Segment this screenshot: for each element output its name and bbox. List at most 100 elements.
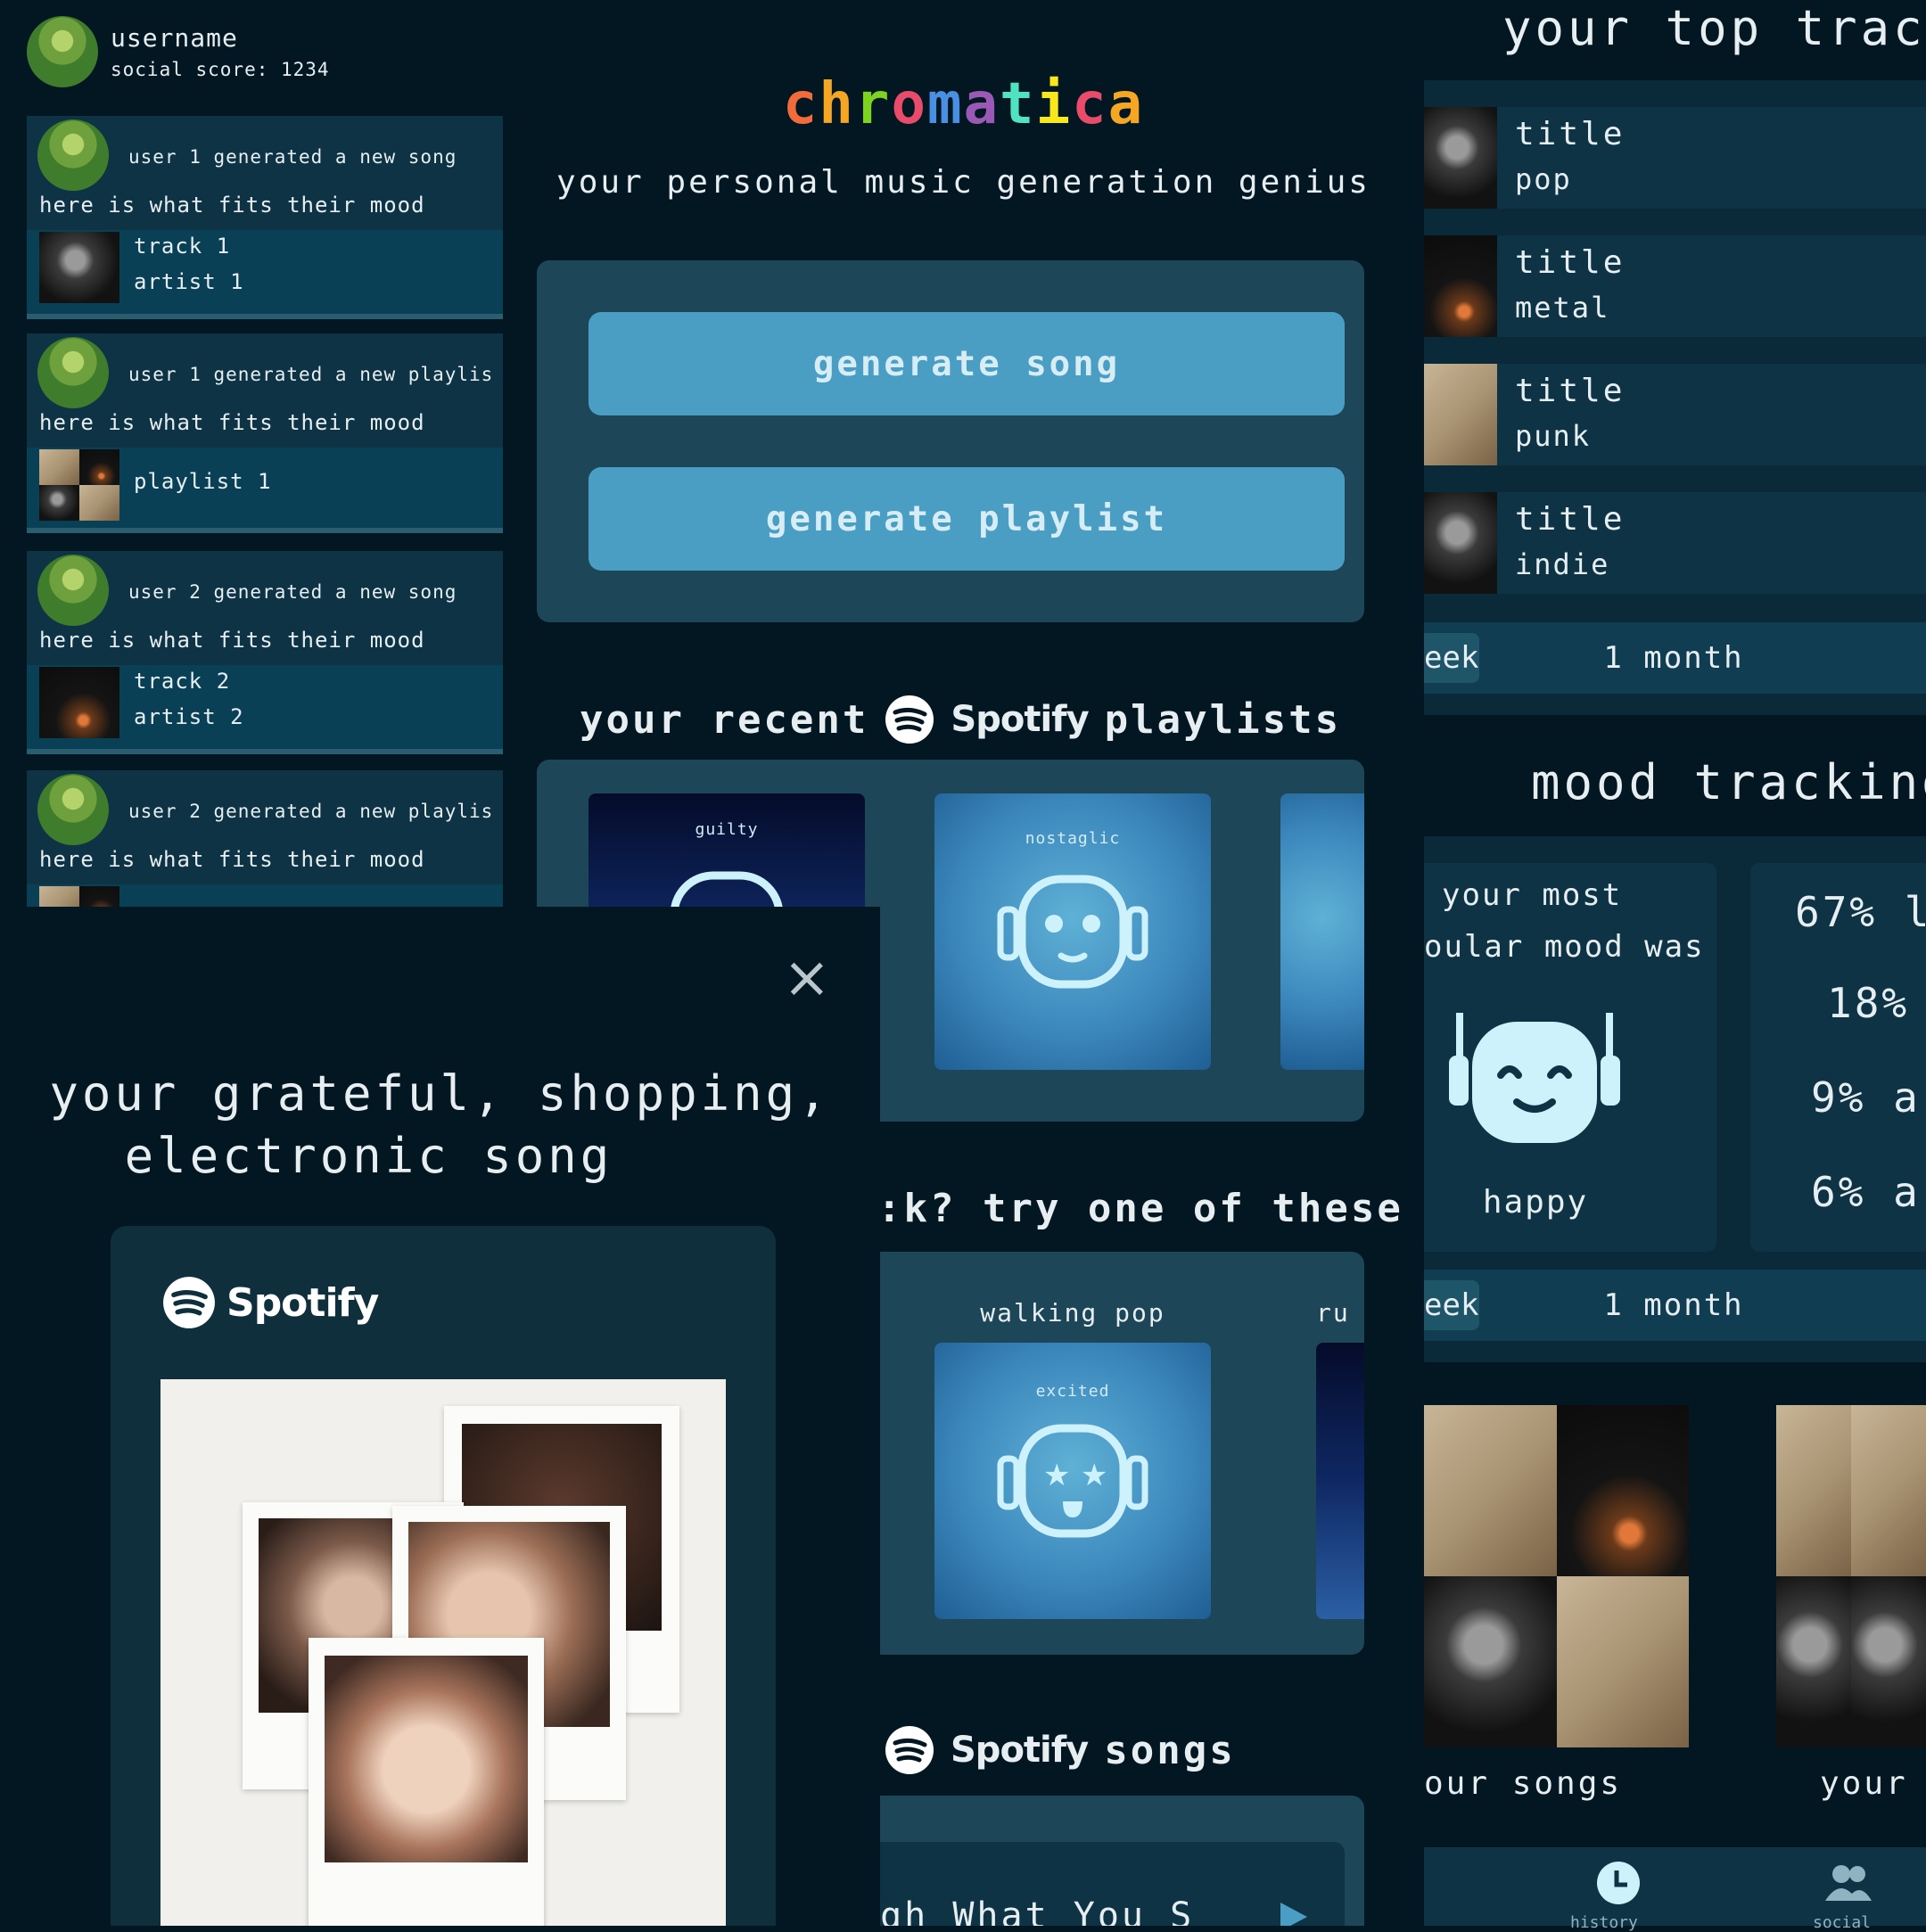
- recent-playlists-heading: your recent Spotify playlists: [580, 688, 1341, 751]
- top-tracks-title: your top track: [1502, 0, 1926, 56]
- top-track-row[interactable]: title metal: [1424, 235, 1926, 337]
- track-name: track 1: [134, 234, 231, 259]
- avatar[interactable]: [37, 774, 109, 845]
- mood-title: mood tracking: [1531, 754, 1926, 810]
- try-label: walking pop: [980, 1298, 1165, 1328]
- try-tile[interactable]: excited ★ ★: [934, 1343, 1211, 1619]
- track-genre: metal: [1515, 291, 1610, 325]
- popular-mood-value: happy: [1482, 1184, 1589, 1221]
- feed-track-row[interactable]: [27, 884, 503, 907]
- logo-letter: m: [926, 71, 964, 137]
- collage-cell: [1424, 1576, 1557, 1747]
- songs-collage[interactable]: [1424, 1405, 1689, 1747]
- feed-headline: user 2 generated a new song: [128, 581, 457, 603]
- track-genre: indie: [1515, 547, 1610, 581]
- logo-letter: t: [1000, 71, 1036, 137]
- songs-collage[interactable]: [1776, 1405, 1926, 1747]
- feed-track-row[interactable]: track 2 artist 2: [27, 665, 503, 749]
- spotify-wordmark: Spotify: [951, 1730, 1089, 1771]
- avatar[interactable]: [37, 119, 109, 191]
- profile-score: social score: 1234: [111, 59, 330, 80]
- logo-letter: a: [963, 71, 1000, 137]
- feed-headline: user 1 generated a new song: [128, 146, 457, 168]
- spotify-embed-card[interactable]: Spotify: [111, 1226, 776, 1926]
- modal-title-line1: your grateful, shopping,: [49, 1065, 831, 1122]
- spotify-embed-header: Spotify: [162, 1276, 379, 1329]
- nostalgic-robot-icon: [997, 875, 1148, 989]
- playlist-tile[interactable]: nostaglic: [934, 793, 1211, 1070]
- track-title: title: [1515, 501, 1626, 538]
- track-cover: [1424, 364, 1497, 465]
- feed-card[interactable]: user 1 generated a new playlis here is w…: [27, 333, 503, 533]
- stats-panel: your top track title pop title metal tit…: [1424, 0, 1926, 1932]
- logo-letter: h: [819, 71, 855, 137]
- feed-subline: here is what fits their mood: [39, 410, 425, 435]
- logo-letter: r: [854, 71, 892, 137]
- track-genre: punk: [1515, 419, 1592, 453]
- collage-cell: [1556, 1576, 1689, 1747]
- tile-label: guilty: [695, 820, 759, 839]
- range-toggle: eek 1 month: [1424, 622, 1926, 694]
- range-week-button[interactable]: eek: [1424, 1280, 1479, 1330]
- try-label: ru: [1316, 1298, 1350, 1328]
- app-logo: chromatica: [503, 71, 1424, 137]
- try-tile[interactable]: [1316, 1343, 1364, 1619]
- tile-label: nostaglic: [1025, 829, 1121, 848]
- feed-card[interactable]: user 1 generated a new song here is what…: [27, 116, 503, 319]
- collage-cell: [1556, 1405, 1689, 1576]
- range-week-button[interactable]: eek: [1424, 633, 1479, 683]
- spotify-songs-heading: Spotify songs: [885, 1719, 1236, 1781]
- feed-headline: user 1 generated a new playlis: [128, 364, 494, 385]
- avatar[interactable]: [37, 555, 109, 626]
- top-tracks-list: title pop title metal title punk title i…: [1424, 80, 1926, 715]
- feed-headline: user 2 generated a new playlis: [128, 801, 494, 822]
- spotify-wordmark: Spotify: [226, 1279, 379, 1326]
- users-icon[interactable]: [1823, 1863, 1873, 1903]
- recent-prefix: your recent: [580, 696, 869, 743]
- avatar[interactable]: [27, 16, 98, 87]
- tile-label: excited: [1035, 1382, 1110, 1401]
- clock-icon[interactable]: [1595, 1860, 1642, 1906]
- range-toggle: eek 1 month: [1424, 1270, 1926, 1341]
- top-track-row[interactable]: title indie: [1424, 492, 1926, 594]
- excited-robot-icon: ★ ★: [997, 1424, 1148, 1538]
- collage-cell: [1424, 1405, 1557, 1576]
- close-button[interactable]: ×: [783, 950, 831, 1007]
- nav-social-label[interactable]: social: [1813, 1913, 1871, 1932]
- playlist-name: playlist 1: [134, 469, 272, 494]
- logo-letter: c: [782, 71, 819, 137]
- logo-letter: a: [1107, 71, 1145, 137]
- nav-history-label[interactable]: history: [1570, 1913, 1638, 1932]
- recent-suffix: playlists: [1104, 696, 1342, 743]
- track-cover: [39, 232, 119, 303]
- happy-robot-icon: [1449, 1013, 1620, 1143]
- range-month-button[interactable]: 1 month: [1504, 1280, 1843, 1330]
- top-track-row[interactable]: title punk: [1424, 364, 1926, 465]
- range-month-button[interactable]: 1 month: [1504, 633, 1843, 683]
- generate-playlist-button[interactable]: generate playlist: [588, 467, 1345, 571]
- spotify-logo-icon: [163, 1277, 215, 1328]
- top-track-row[interactable]: title pop: [1424, 107, 1926, 209]
- svg-text:★: ★: [1081, 1458, 1107, 1493]
- mood-percent: 18%: [1827, 979, 1910, 1027]
- playlist-tile[interactable]: [1280, 793, 1364, 1070]
- avatar[interactable]: [37, 337, 109, 408]
- artist-name: artist 1: [134, 269, 244, 294]
- feed-card[interactable]: user 2 generated a new song here is what…: [27, 551, 503, 754]
- mood-section: your most oular mood was happy 67% l 18%…: [1424, 836, 1926, 1362]
- collage-cell: [1851, 1405, 1926, 1576]
- feed-playlist-row[interactable]: playlist 1: [27, 448, 503, 528]
- songs-suffix: songs: [1104, 1727, 1236, 1773]
- track-cover: [1424, 492, 1497, 594]
- feed-track-row[interactable]: track 1 artist 1: [27, 230, 503, 314]
- feed-subline: here is what fits their mood: [39, 847, 425, 872]
- song-title: igh What You S: [856, 1895, 1195, 1926]
- generate-song-button[interactable]: generate song: [588, 312, 1345, 415]
- spotify-wordmark: Spotify: [951, 699, 1089, 740]
- play-icon[interactable]: [1275, 1899, 1311, 1926]
- songs-caption: our songs: [1424, 1765, 1623, 1802]
- app-tagline: your personal music generation genius: [556, 164, 1370, 201]
- bottom-nav: history social: [1424, 1847, 1926, 1932]
- popular-mood-card: your most oular mood was happy: [1424, 863, 1716, 1252]
- feed-card[interactable]: user 2 generated a new playlis here is w…: [27, 770, 503, 907]
